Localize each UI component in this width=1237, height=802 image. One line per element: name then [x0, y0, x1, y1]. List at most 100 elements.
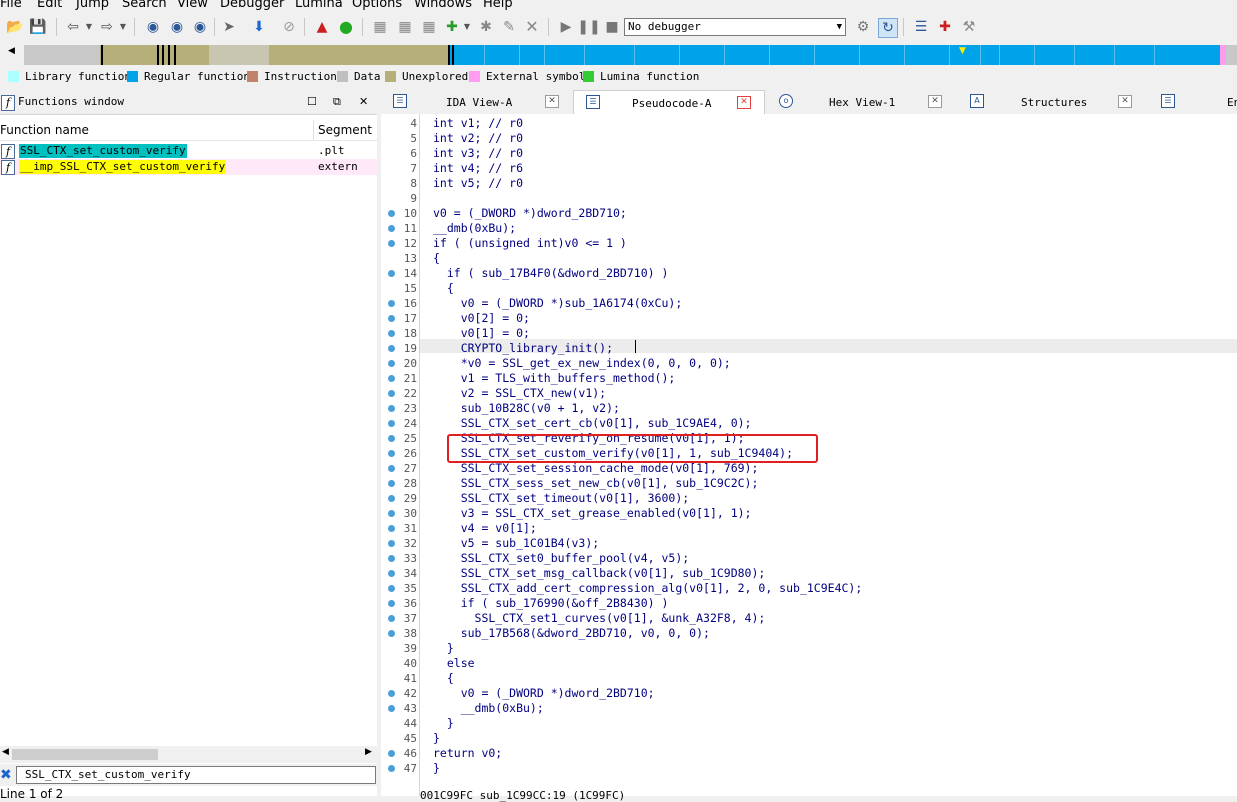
- code-line[interactable]: 31 v4 = v0[1];: [381, 521, 1237, 536]
- code-text[interactable]: SSL_CTX_set_msg_callback(v0[1], sub_1C9D…: [433, 566, 766, 581]
- code-line[interactable]: 36 if ( sub_176990(&off_2B8430) ): [381, 596, 1237, 611]
- code-line[interactable]: 11 __dmb(0xBu);: [381, 221, 1237, 236]
- tab-ida-view-a[interactable]: ☰ IDA View-A ✕: [381, 90, 567, 114]
- column-function-name[interactable]: Function name: [0, 123, 89, 137]
- breakpoint-dot-icon[interactable]: [388, 405, 395, 412]
- breakpoint-dot-icon[interactable]: [388, 225, 395, 232]
- code-line[interactable]: 20 *v0 = SSL_get_ex_new_index(0, 0, 0, 0…: [381, 356, 1237, 371]
- breakpoint-dot-icon[interactable]: [388, 345, 395, 352]
- code-text[interactable]: v1 = TLS_with_buffers_method();: [433, 371, 676, 386]
- make-code-icon[interactable]: ▦: [371, 18, 389, 36]
- code-line[interactable]: 47}: [381, 761, 1237, 776]
- menu-help[interactable]: Help: [483, 0, 513, 12]
- code-line[interactable]: 23 sub_10B28C(v0 + 1, v2);: [381, 401, 1237, 416]
- scroll-left-icon[interactable]: ◀: [2, 747, 9, 757]
- back-dropdown-icon[interactable]: ▼: [84, 18, 94, 36]
- function-row[interactable]: f SSL_CTX_set_custom_verify .plt: [0, 143, 377, 159]
- step-icon[interactable]: ↻: [878, 18, 898, 38]
- breakpoint-dot-icon[interactable]: [388, 315, 395, 322]
- code-text[interactable]: *v0 = SSL_get_ex_new_index(0, 0, 0, 0);: [433, 356, 731, 371]
- code-line[interactable]: 5 int v2; // r0: [381, 131, 1237, 146]
- search-text-icon[interactable]: ◉: [168, 18, 186, 36]
- code-text[interactable]: int v2; // r0: [433, 131, 523, 146]
- breakpoint-dot-icon[interactable]: [388, 765, 395, 772]
- code-text[interactable]: v4 = v0[1];: [433, 521, 537, 536]
- code-line[interactable]: 29 SSL_CTX_set_timeout(v0[1], 3600);: [381, 491, 1237, 506]
- code-line[interactable]: 39 }: [381, 641, 1237, 656]
- code-line[interactable]: 37 SSL_CTX_set1_curves(v0[1], &unk_A32F8…: [381, 611, 1237, 626]
- make-data-icon[interactable]: ▦: [396, 18, 414, 36]
- code-text[interactable]: int v5; // r0: [433, 176, 523, 191]
- breakpoint-dot-icon[interactable]: [388, 630, 395, 637]
- code-text[interactable]: int v1; // r0: [433, 116, 523, 131]
- code-line[interactable]: 40 else: [381, 656, 1237, 671]
- delete-icon[interactable]: ✕: [523, 18, 541, 36]
- code-line[interactable]: 22 v2 = SSL_CTX_new(v1);: [381, 386, 1237, 401]
- code-line[interactable]: 38 sub_17B568(&dword_2BD710, v0, 0, 0);: [381, 626, 1237, 641]
- float-icon[interactable]: ⧉: [333, 95, 341, 109]
- save-icon[interactable]: 💾: [29, 18, 47, 36]
- close-tab-icon[interactable]: ✕: [1118, 95, 1132, 108]
- code-text[interactable]: v0 = (_DWORD *)sub_1A6174(0xCu);: [433, 296, 683, 311]
- code-text[interactable]: sub_17B568(&dword_2BD710, v0, 0, 0);: [433, 626, 710, 641]
- clear-filter-icon[interactable]: ✖: [0, 767, 12, 783]
- code-text[interactable]: SSL_CTX_set1_curves(v0[1], &unk_A32F8, 4…: [433, 611, 766, 626]
- code-text[interactable]: SSL_CTX_add_cert_compression_alg(v0[1], …: [433, 581, 863, 596]
- run-green-icon[interactable]: ●: [337, 18, 355, 36]
- code-text[interactable]: {: [433, 251, 440, 266]
- breakpoint-icon[interactable]: ✚: [936, 18, 954, 36]
- code-text[interactable]: v0[1] = 0;: [433, 326, 530, 341]
- code-line[interactable]: 12 if ( (unsigned int)v0 <= 1 ): [381, 236, 1237, 251]
- breakpoint-dot-icon[interactable]: [388, 540, 395, 547]
- breakpoint-dot-icon[interactable]: [388, 510, 395, 517]
- code-line[interactable]: 4 int v1; // r0: [381, 116, 1237, 131]
- code-text[interactable]: v0 = (_DWORD *)dword_2BD710;: [433, 206, 627, 221]
- code-text[interactable]: }: [433, 641, 454, 656]
- breakpoint-dot-icon[interactable]: [388, 420, 395, 427]
- code-text[interactable]: {: [433, 671, 454, 686]
- code-text[interactable]: v2 = SSL_CTX_new(v1);: [433, 386, 606, 401]
- code-text[interactable]: v0[2] = 0;: [433, 311, 530, 326]
- nav-left-arrow-icon[interactable]: ◀: [8, 46, 15, 56]
- patch-icon[interactable]: ✱: [477, 18, 495, 36]
- tab-enums[interactable]: ☰ En: [1149, 90, 1237, 114]
- code-text[interactable]: sub_10B28C(v0 + 1, v2);: [433, 401, 620, 416]
- code-line[interactable]: 34 SSL_CTX_set_msg_callback(v0[1], sub_1…: [381, 566, 1237, 581]
- filter-input[interactable]: SSL_CTX_set_custom_verify: [16, 766, 376, 784]
- function-row[interactable]: f __imp_SSL_CTX_set_custom_verify extern: [0, 159, 377, 175]
- menu-search[interactable]: Search: [122, 0, 167, 12]
- code-line[interactable]: 15 {: [381, 281, 1237, 296]
- code-text[interactable]: if ( (unsigned int)v0 <= 1 ): [433, 236, 627, 251]
- code-line[interactable]: 18 v0[1] = 0;: [381, 326, 1237, 341]
- code-line[interactable]: 19 CRYPTO_library_init();: [381, 341, 1237, 356]
- code-text[interactable]: CRYPTO_library_init();: [433, 341, 613, 356]
- breakpoint-dot-icon[interactable]: [388, 240, 395, 247]
- breakpoint-dot-icon[interactable]: [388, 390, 395, 397]
- code-text[interactable]: SSL_CTX_set_session_cache_mode(v0[1], 76…: [433, 461, 759, 476]
- maximize-icon[interactable]: ☐: [307, 95, 317, 108]
- menu-lumina[interactable]: Lumina: [295, 0, 343, 12]
- code-line[interactable]: 28 SSL_CTX_sess_set_new_cb(v0[1], sub_1C…: [381, 476, 1237, 491]
- code-line[interactable]: 17 v0[2] = 0;: [381, 311, 1237, 326]
- breakpoint-dot-icon[interactable]: [388, 270, 395, 277]
- code-line[interactable]: 13 {: [381, 251, 1237, 266]
- scrollbar-thumb[interactable]: [12, 749, 158, 760]
- code-text[interactable]: __dmb(0xBu);: [433, 701, 544, 716]
- close-tab-icon[interactable]: ✕: [737, 96, 751, 109]
- breakpoint-dot-icon[interactable]: [388, 330, 395, 337]
- breakpoint-dot-icon[interactable]: [388, 465, 395, 472]
- code-line[interactable]: 46 return v0;: [381, 746, 1237, 761]
- breakpoint-dot-icon[interactable]: [388, 450, 395, 457]
- tab-hex-view-1[interactable]: o Hex View-1 ✕: [767, 90, 953, 114]
- stop-icon[interactable]: ■: [603, 18, 621, 36]
- code-line[interactable]: 42 v0 = (_DWORD *)dword_2BD710;: [381, 686, 1237, 701]
- close-icon[interactable]: ✕: [359, 95, 368, 108]
- function-name[interactable]: SSL_CTX_set_custom_verify: [19, 144, 187, 158]
- down-arrow-icon[interactable]: ⬇: [250, 18, 268, 36]
- jump-to-icon[interactable]: ➤: [220, 18, 238, 36]
- forward-dropdown-icon[interactable]: ▼: [118, 18, 128, 36]
- code-line[interactable]: 7 int v4; // r6: [381, 161, 1237, 176]
- debugger-select[interactable]: No debugger ▼: [624, 18, 846, 36]
- code-text[interactable]: int v4; // r6: [433, 161, 523, 176]
- code-line[interactable]: 43 __dmb(0xBu);: [381, 701, 1237, 716]
